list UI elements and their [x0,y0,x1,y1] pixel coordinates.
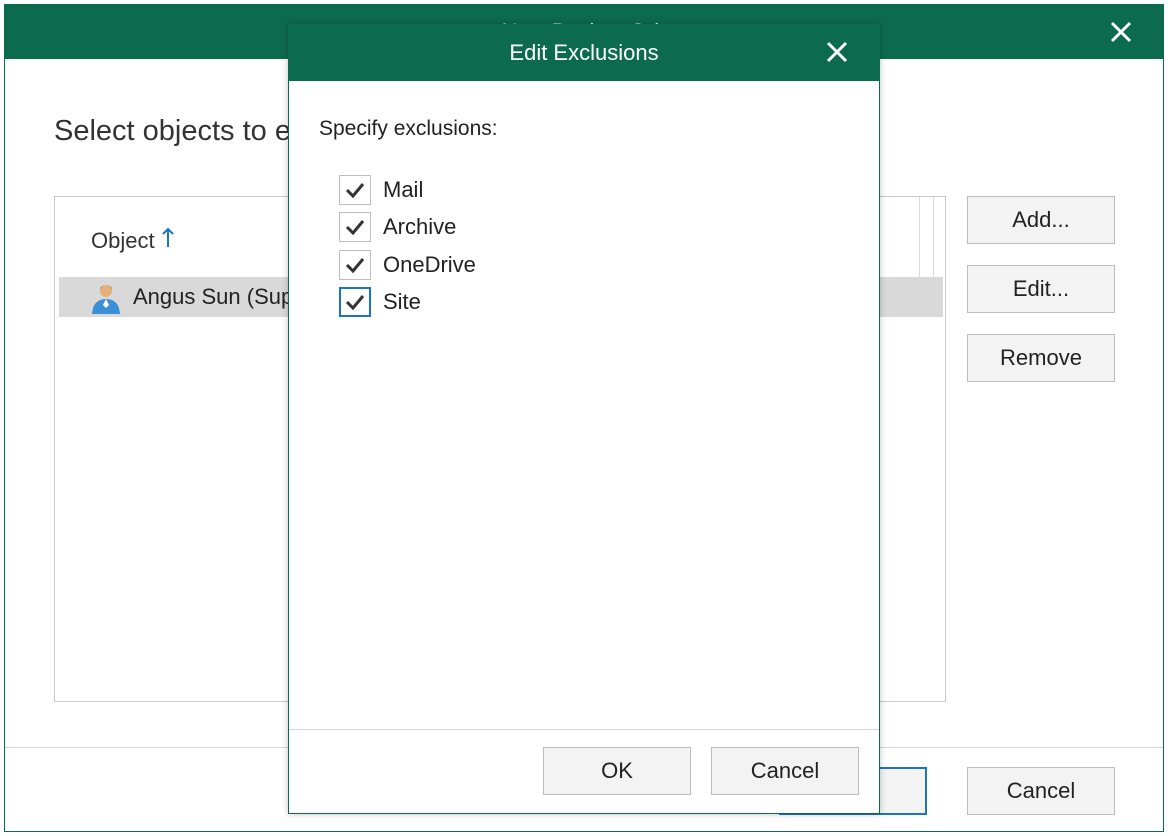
sort-ascending-icon [161,227,175,255]
checkbox-onedrive[interactable] [339,249,371,280]
outer-close-icon[interactable] [1109,15,1133,52]
column-header-object[interactable]: Object [91,227,175,255]
checkbox-archive[interactable] [339,212,371,243]
checkbox-mail[interactable] [339,174,371,205]
add-button[interactable]: Add... [967,196,1115,244]
checkbox-site[interactable] [339,287,371,318]
page-heading: Select objects to e [54,115,291,147]
checkbox-label: Archive [383,214,457,240]
checkbox-label: OneDrive [383,251,476,277]
close-icon[interactable] [825,35,849,72]
checkmark-icon [345,220,365,236]
row-object-name: Angus Sun (Sup [133,284,294,309]
edit-button[interactable]: Edit... [967,265,1115,313]
cancel-button[interactable]: Cancel [711,747,859,795]
dialog-titlebar: Edit Exclusions [289,25,879,81]
dialog-title: Edit Exclusions [509,40,659,65]
exclusions-checklist: Mail Archive OneDrive Site [339,171,476,321]
checkmark-icon [345,295,365,311]
checkbox-item-site[interactable]: Site [339,284,476,322]
ok-button[interactable]: OK [543,747,691,795]
checkbox-label: Mail [383,176,424,202]
checkmark-icon [345,257,365,273]
remove-button[interactable]: Remove [967,334,1115,382]
checkmark-icon [345,182,365,198]
edit-exclusions-dialog: Edit Exclusions Specify exclusions: Mail… [288,24,880,814]
column-header-label: Object [91,228,155,253]
checkbox-label: Site [383,289,421,315]
checkbox-item-mail[interactable]: Mail [339,171,476,209]
dialog-footer-divider [289,729,879,730]
checkbox-item-archive[interactable]: Archive [339,209,476,247]
exclusions-prompt: Specify exclusions: [319,117,498,140]
checkbox-item-onedrive[interactable]: OneDrive [339,246,476,284]
user-icon [89,281,123,315]
outer-cancel-button[interactable]: Cancel [967,767,1115,815]
